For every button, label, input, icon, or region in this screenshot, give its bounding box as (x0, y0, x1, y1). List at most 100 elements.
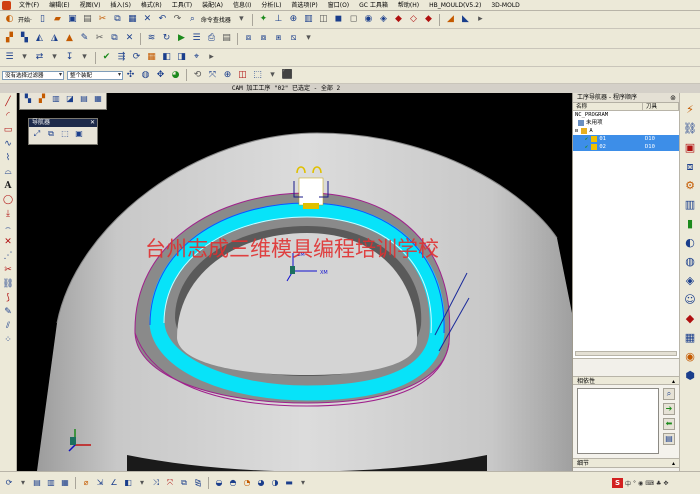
mirror-icon[interactable]: ⧎ (192, 477, 204, 489)
speed-icon[interactable]: ⟳ (130, 51, 143, 64)
print-icon[interactable]: ▤ (81, 13, 94, 26)
more-tools-icon[interactable]: ▸ (474, 13, 487, 26)
generate-toolpath-icon[interactable]: ≋ (145, 32, 158, 45)
join-curve-icon[interactable]: ⛓ (2, 277, 15, 291)
rectangle-icon[interactable]: ▭ (2, 123, 15, 137)
menu-help[interactable]: 帮助(H) (393, 0, 424, 11)
spline-icon[interactable]: ∿ (2, 137, 15, 151)
training-icon[interactable]: ⬢ (683, 367, 698, 383)
menu-view[interactable]: 视图(V) (75, 0, 106, 11)
bridge-curve-icon[interactable]: ⌢ (2, 221, 15, 235)
arrow-right-icon[interactable]: ➔ (663, 403, 675, 415)
selection-filter-dropdown[interactable]: 没有选择过滤器 (2, 70, 64, 80)
tool-edit-icon[interactable]: ◪ (64, 93, 76, 105)
undo-icon[interactable]: ↶ (156, 13, 169, 26)
view-tool-icon[interactable]: ⟳ (3, 477, 15, 489)
tree-row-operation-02[interactable]: ✔ 02 D10 (573, 143, 679, 151)
hd3d-tools-icon[interactable]: ◉ (683, 348, 698, 364)
circle-icon[interactable]: ◯ (2, 193, 15, 207)
tree-row-unused[interactable]: 未用项 (573, 119, 679, 127)
divide-curve-icon[interactable]: ✂ (2, 263, 15, 277)
view-cube-icon[interactable]: ⬛ (281, 69, 294, 82)
command-finder-icon[interactable]: ⌕ (186, 13, 199, 26)
create-program-icon[interactable]: ▞ (3, 32, 16, 45)
create-tool-icon[interactable]: ▚ (18, 32, 31, 45)
tree-row-nc-program[interactable]: NC_PROGRAM (573, 111, 679, 119)
toolpath-display-icon[interactable]: ◨ (175, 51, 188, 64)
menu-analysis[interactable]: 分析(L) (256, 0, 286, 11)
tree-row-operation-01[interactable]: ✔ 01 D10 (573, 135, 679, 143)
tool-holder-icon[interactable]: ▥ (50, 93, 62, 105)
fit-view-icon[interactable]: ◫ (236, 69, 249, 82)
create-method-icon[interactable]: ◮ (48, 32, 61, 45)
search-icon[interactable]: ⌕ (663, 388, 675, 400)
snap-view-icon[interactable]: ⬚ (251, 69, 264, 82)
project-curve-icon[interactable]: ⤓ (2, 207, 15, 221)
wcs-icon[interactable]: ⊕ (287, 13, 300, 26)
edit-object-icon[interactable]: ✎ (78, 32, 91, 45)
paste-icon[interactable]: ▦ (126, 13, 139, 26)
lang-icon[interactable]: 中 (625, 479, 631, 488)
line-icon[interactable]: ╱ (2, 95, 15, 109)
open-folder-icon[interactable]: ▰ (51, 13, 64, 26)
graphics-viewport[interactable]: ZM XM 刀具 ✕ ▚ ▞ ▥ ◪ ▤ ▦ (17, 93, 572, 471)
menu-window[interactable]: 窗口(O) (323, 0, 354, 11)
new-file-icon[interactable]: ▯ (36, 13, 49, 26)
edit-object-display-icon[interactable]: ◆ (392, 13, 405, 26)
3d-mold-tool-icon[interactable]: ◣ (459, 13, 472, 26)
feed-icon[interactable]: ⇶ (115, 51, 128, 64)
part-navigator-icon[interactable]: ▣ (683, 139, 698, 155)
save-icon[interactable]: ▣ (66, 13, 79, 26)
menu-edit[interactable]: 编辑(E) (44, 0, 74, 11)
curve-edit-icon[interactable]: ✎ (2, 305, 15, 319)
assembly-navigator-icon[interactable]: ⚡ (683, 101, 698, 117)
dependencies-header[interactable]: 相依性 ▴ (573, 376, 679, 385)
layer-settings-icon[interactable]: ▤ (31, 477, 43, 489)
layer-category-icon[interactable]: ▦ (59, 477, 71, 489)
tool-icon[interactable]: ↧ (63, 51, 76, 64)
tool-chart-icon[interactable]: ▦ (92, 93, 104, 105)
dependencies-list[interactable] (577, 388, 659, 454)
constraint-navigator-icon[interactable]: ⛓ (683, 120, 698, 136)
dropdown-arrow-icon[interactable]: ▾ (17, 477, 29, 489)
section-view-icon[interactable]: ◧ (122, 477, 134, 489)
delete-object-icon[interactable]: ✕ (123, 32, 136, 45)
layout-icon[interactable]: ▦ (145, 51, 158, 64)
column-header-name[interactable]: 名称 (573, 103, 643, 110)
copy-icon[interactable]: ⧉ (111, 13, 124, 26)
delete-icon[interactable]: ✕ (141, 13, 154, 26)
copy-object-icon[interactable]: ⧉ (108, 32, 121, 45)
machine-tool-navigator-icon[interactable]: ⚙ (683, 177, 698, 193)
helix-icon[interactable]: ⟆ (2, 291, 15, 305)
postprocess-icon[interactable]: ⎙ (205, 32, 218, 45)
collapse-icon[interactable]: ⊟ (575, 128, 578, 134)
geometry-view-icon[interactable]: ⬚ (59, 128, 71, 140)
render-style-icon[interactable]: ◉ (362, 13, 375, 26)
measure-distance-icon[interactable]: ⇲ (94, 477, 106, 489)
show-hide-icon[interactable]: ◫ (317, 13, 330, 26)
palette-icon[interactable]: ◆ (683, 310, 698, 326)
layer-icon[interactable]: ▥ (302, 13, 315, 26)
column-header-tool[interactable]: 刀具 (643, 103, 679, 110)
verify-toolpath-icon[interactable]: ▶ (175, 32, 188, 45)
create-operation-icon[interactable]: ▲ (63, 32, 76, 45)
selection-scope-dropdown[interactable]: 整个装配 (67, 70, 123, 80)
curve-analysis-icon[interactable]: ⫽ (2, 319, 15, 333)
history-icon[interactable]: ▮ (683, 215, 698, 231)
system-scenes-icon[interactable]: ▦ (683, 329, 698, 345)
web-browser-icon[interactable]: ◍ (683, 253, 698, 269)
copy-object-icon[interactable]: ⧉ (178, 477, 190, 489)
skin-icon[interactable]: ♣ (656, 480, 661, 487)
dropdown-arrow-icon[interactable]: ▾ (266, 69, 279, 82)
program-order-view-icon[interactable]: ⧈ (242, 32, 255, 45)
shop-doc-icon[interactable]: ▤ (220, 32, 233, 45)
create-geometry-icon[interactable]: ◭ (33, 32, 46, 45)
method-view-icon[interactable]: ⧅ (287, 32, 300, 45)
thickness-icon[interactable]: ◕ (255, 477, 267, 489)
snap-options-icon[interactable]: ✥ (154, 69, 167, 82)
point-snap-icon[interactable]: ◕ (169, 69, 182, 82)
toolbar-options-icon[interactable]: ▾ (235, 13, 248, 26)
model-canvas[interactable]: ZM XM (17, 93, 572, 471)
display-icon[interactable]: ◧ (160, 51, 173, 64)
punctuation-icon[interactable]: ° (633, 480, 636, 487)
